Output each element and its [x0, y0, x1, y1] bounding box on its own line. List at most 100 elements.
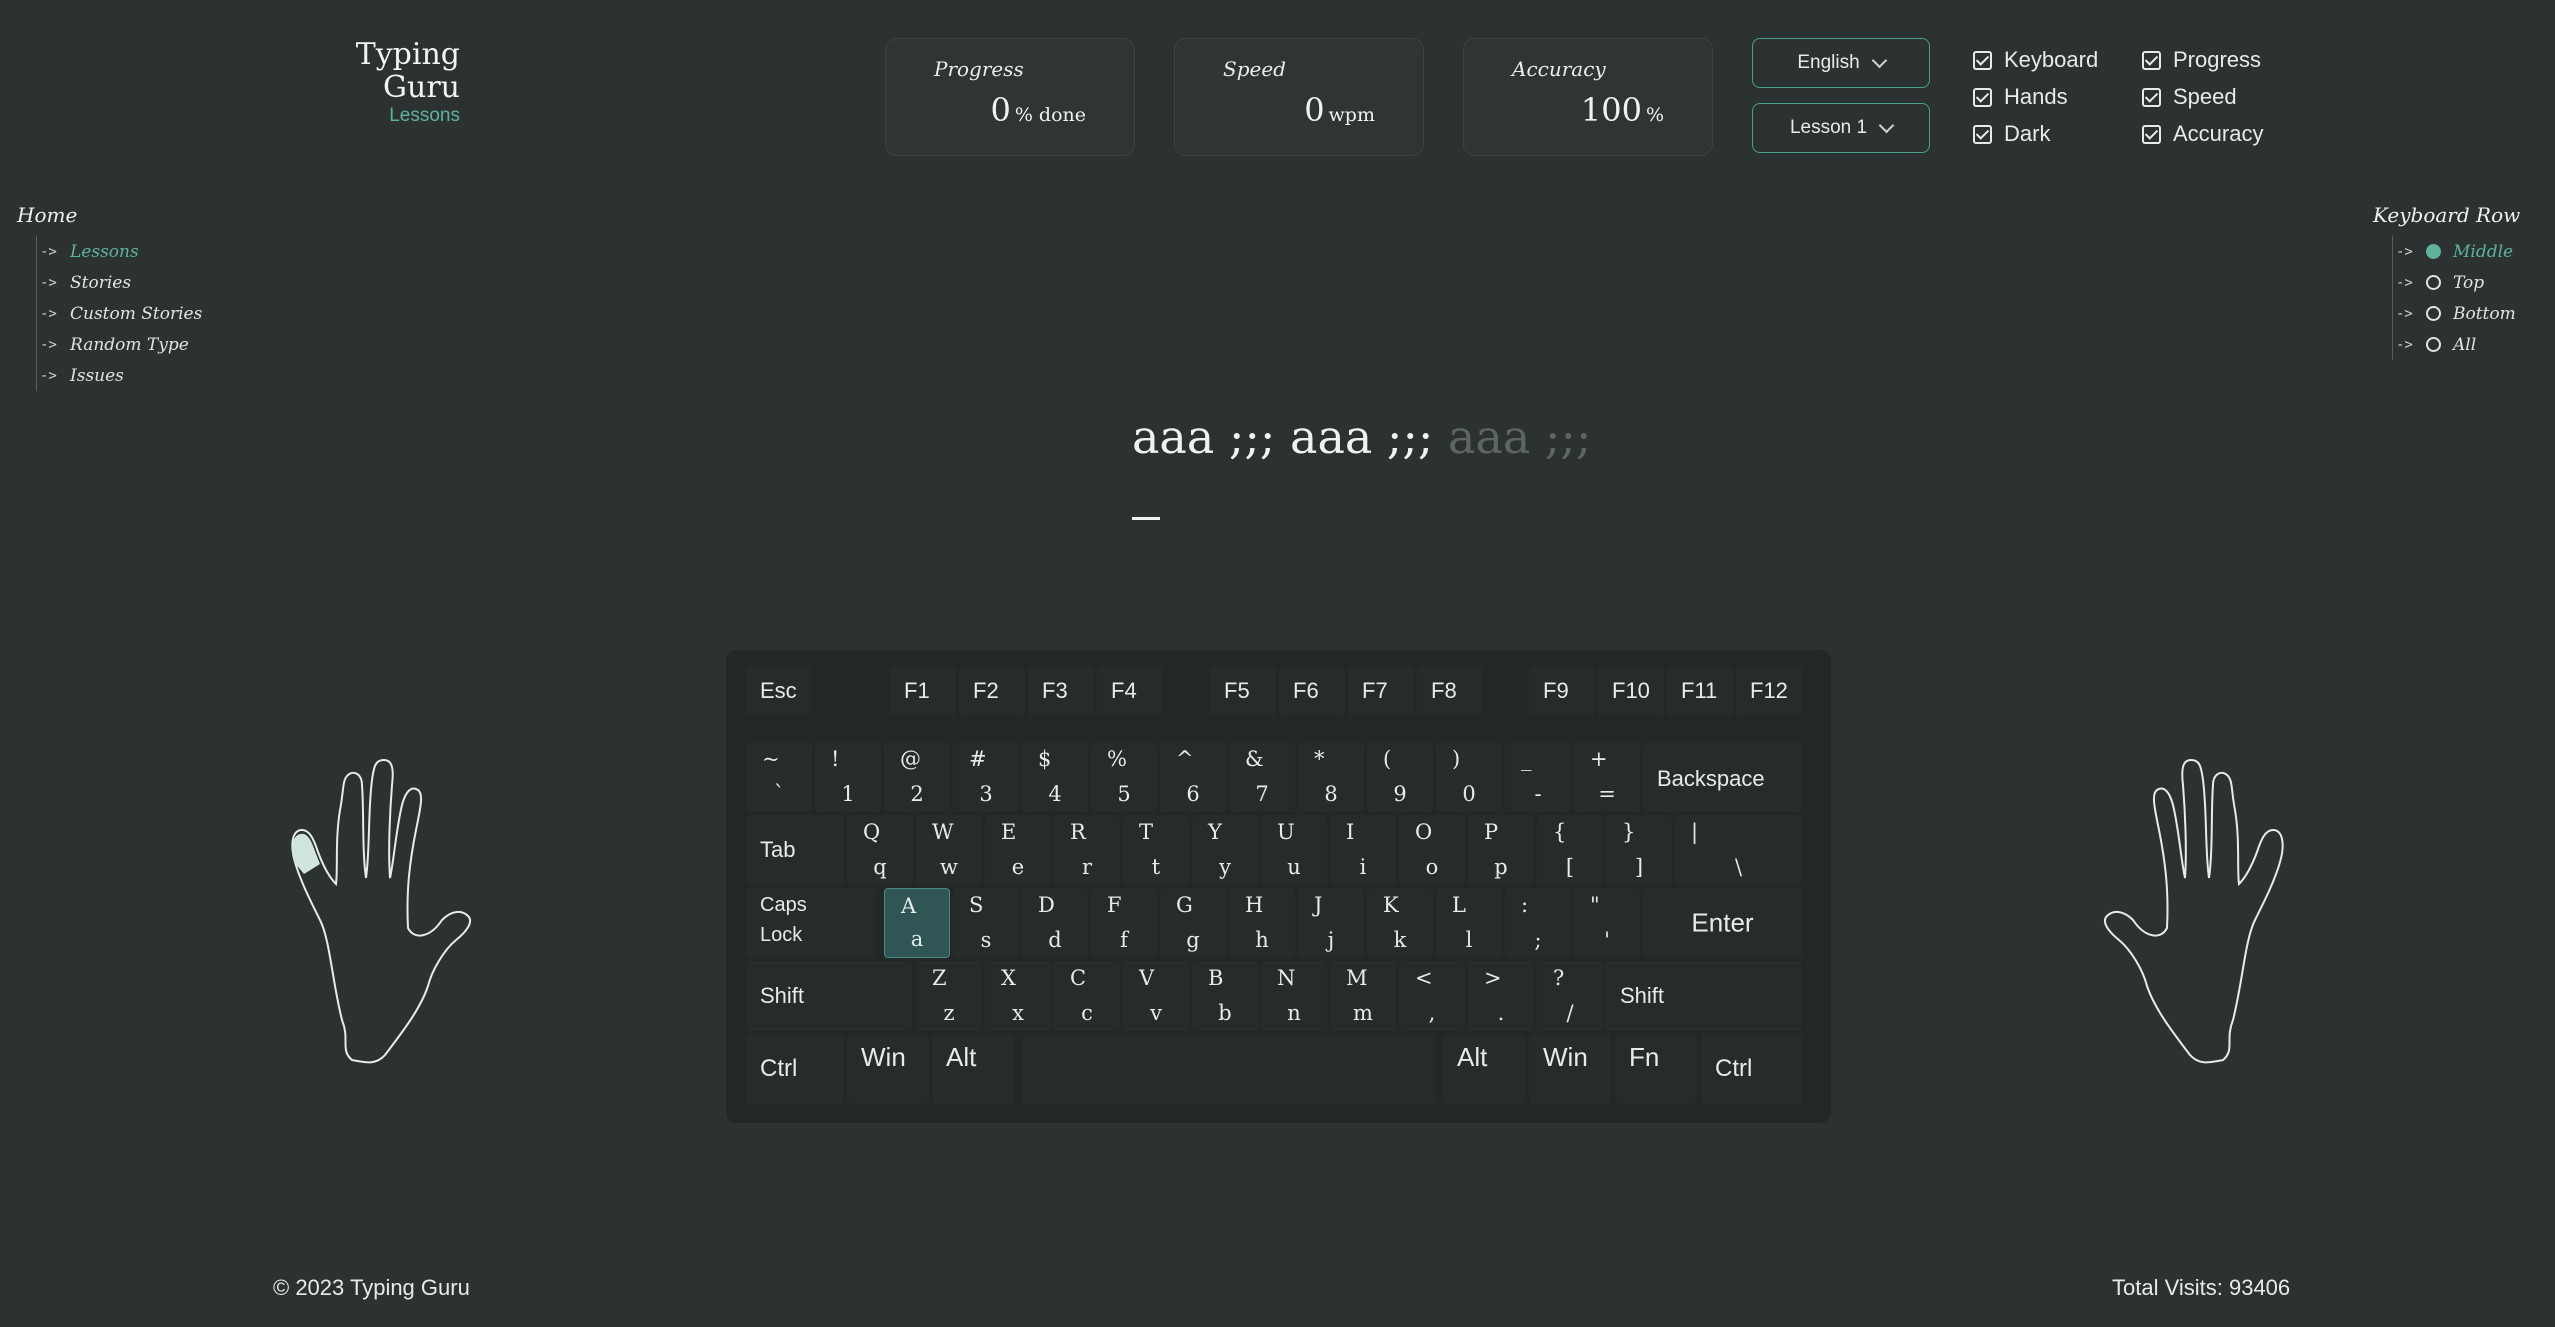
row-option-all[interactable]: -> All: [2393, 329, 2516, 360]
key-f10[interactable]: F10: [1598, 666, 1664, 716]
nav-item-stories[interactable]: -> Stories: [37, 267, 202, 298]
key-6[interactable]: ^ 6: [1160, 742, 1226, 812]
key-g[interactable]: Gg: [1160, 888, 1226, 958]
key-k[interactable]: Kk: [1367, 888, 1433, 958]
key-c[interactable]: Cc: [1054, 961, 1120, 1031]
nav-item-issues[interactable]: -> Issues: [37, 360, 202, 391]
key-backslash[interactable]: | \: [1675, 815, 1802, 885]
row-option-middle[interactable]: -> Middle: [2393, 236, 2516, 267]
key-space[interactable]: [1022, 1034, 1436, 1104]
key-1[interactable]: ! 1: [815, 742, 881, 812]
key-f[interactable]: Ff: [1091, 888, 1157, 958]
toggle-hands[interactable]: Hands: [1973, 84, 2068, 110]
key-enter[interactable]: Enter: [1643, 888, 1802, 958]
key-quote[interactable]: " ': [1574, 888, 1640, 958]
key-left-bracket[interactable]: {[: [1537, 815, 1603, 885]
key-backspace[interactable]: Backspace: [1643, 742, 1802, 812]
checkbox-checked-icon[interactable]: [2142, 50, 2161, 70]
key-f2[interactable]: F2: [959, 666, 1025, 716]
key-0[interactable]: ) 0: [1436, 742, 1502, 812]
key-s[interactable]: Ss: [953, 888, 1019, 958]
brand-title[interactable]: Typing Guru: [292, 38, 460, 104]
nav-home[interactable]: Home: [17, 203, 77, 227]
key-f9[interactable]: F9: [1529, 666, 1595, 716]
key-n[interactable]: Nn: [1261, 961, 1327, 1031]
key-left-alt[interactable]: Alt: [932, 1034, 1014, 1104]
key-esc[interactable]: Esc: [746, 666, 812, 716]
key-caps-lock[interactable]: Caps Lock: [746, 888, 876, 958]
key-left-win[interactable]: Win: [847, 1034, 929, 1104]
key-equals[interactable]: + =: [1574, 742, 1640, 812]
key-f8[interactable]: F8: [1417, 666, 1483, 716]
key-5[interactable]: % 5: [1091, 742, 1157, 812]
key-backtick[interactable]: ~ `: [746, 742, 812, 812]
key-i[interactable]: Ii: [1330, 815, 1396, 885]
toggle-accuracy[interactable]: Accuracy: [2142, 121, 2263, 147]
toggle-keyboard[interactable]: Keyboard: [1973, 47, 2098, 73]
key-f11[interactable]: F11: [1667, 666, 1733, 716]
row-option-top[interactable]: -> Top: [2393, 267, 2516, 298]
key-9[interactable]: (9: [1367, 742, 1433, 812]
key-f12[interactable]: F12: [1736, 666, 1802, 716]
key-p[interactable]: Pp: [1468, 815, 1534, 885]
radio-icon[interactable]: [2426, 306, 2441, 321]
key-x[interactable]: Xx: [985, 961, 1051, 1031]
key-l[interactable]: Ll: [1436, 888, 1502, 958]
key-semicolon[interactable]: :;: [1505, 888, 1571, 958]
radio-icon[interactable]: [2426, 337, 2441, 352]
key-right-alt[interactable]: Alt: [1443, 1034, 1525, 1104]
key-left-ctrl[interactable]: Ctrl: [746, 1034, 844, 1104]
key-period[interactable]: >.: [1468, 961, 1534, 1031]
key-f6[interactable]: F6: [1279, 666, 1345, 716]
key-f3[interactable]: F3: [1028, 666, 1094, 716]
key-f4[interactable]: F4: [1097, 666, 1163, 716]
key-r[interactable]: Rr: [1054, 815, 1120, 885]
key-f5[interactable]: F5: [1210, 666, 1276, 716]
key-4[interactable]: $4: [1022, 742, 1088, 812]
key-right-ctrl[interactable]: Ctrl: [1701, 1034, 1802, 1104]
key-f7[interactable]: F7: [1348, 666, 1414, 716]
key-f1[interactable]: F1: [890, 666, 956, 716]
checkbox-checked-icon[interactable]: [2142, 124, 2161, 144]
key-2[interactable]: @2: [884, 742, 950, 812]
nav-item-random-type[interactable]: -> Random Type: [37, 329, 202, 360]
nav-item-custom-stories[interactable]: -> Custom Stories: [37, 298, 202, 329]
nav-item-lessons[interactable]: -> Lessons: [37, 236, 202, 267]
key-left-shift[interactable]: Shift: [746, 961, 912, 1031]
key-w[interactable]: Ww: [916, 815, 982, 885]
radio-icon[interactable]: [2426, 275, 2441, 290]
key-minus[interactable]: _ -: [1505, 742, 1571, 812]
checkbox-checked-icon[interactable]: [1973, 50, 1992, 70]
toggle-dark[interactable]: Dark: [1973, 121, 2050, 147]
key-right-win[interactable]: Win: [1529, 1034, 1611, 1104]
key-e[interactable]: Ee: [985, 815, 1051, 885]
toggle-progress[interactable]: Progress: [2142, 47, 2261, 73]
key-slash[interactable]: ? /: [1537, 961, 1603, 1031]
key-right-bracket[interactable]: }]: [1606, 815, 1672, 885]
toggle-speed[interactable]: Speed: [2142, 84, 2237, 110]
checkbox-checked-icon[interactable]: [1973, 87, 1992, 107]
language-select[interactable]: English: [1752, 38, 1930, 88]
key-b[interactable]: Bb: [1192, 961, 1258, 1031]
key-3[interactable]: #3: [953, 742, 1019, 812]
key-q[interactable]: Qq: [847, 815, 913, 885]
checkbox-checked-icon[interactable]: [1973, 124, 1992, 144]
key-d[interactable]: Dd: [1022, 888, 1088, 958]
key-right-shift[interactable]: Shift: [1606, 961, 1802, 1031]
key-tab[interactable]: Tab: [746, 815, 844, 885]
key-o[interactable]: Oo: [1399, 815, 1465, 885]
key-comma[interactable]: <,: [1399, 961, 1465, 1031]
key-7[interactable]: & 7: [1229, 742, 1295, 812]
key-t[interactable]: Tt: [1123, 815, 1189, 885]
radio-selected-icon[interactable]: [2426, 244, 2441, 259]
key-y[interactable]: Yy: [1192, 815, 1258, 885]
key-u[interactable]: Uu: [1261, 815, 1327, 885]
key-8[interactable]: * 8: [1298, 742, 1364, 812]
checkbox-checked-icon[interactable]: [2142, 87, 2161, 107]
key-fn[interactable]: Fn: [1615, 1034, 1697, 1104]
key-z[interactable]: Zz: [916, 961, 982, 1031]
key-v[interactable]: Vv: [1123, 961, 1189, 1031]
lesson-select[interactable]: Lesson 1: [1752, 103, 1930, 153]
typing-text[interactable]: aaa ;;; aaa ;;; aaa ;;;: [1132, 410, 1591, 464]
key-m[interactable]: Mm: [1330, 961, 1396, 1031]
